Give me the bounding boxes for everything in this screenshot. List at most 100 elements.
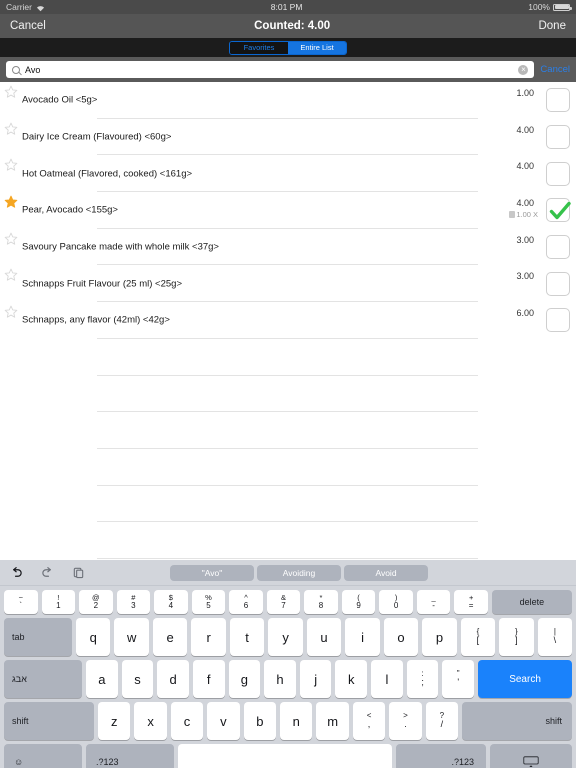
- key-.[interactable]: >.: [389, 702, 422, 740]
- key-4[interactable]: $4: [154, 590, 188, 614]
- key-w[interactable]: w: [114, 618, 149, 656]
- key-9[interactable]: (9: [341, 590, 376, 614]
- key-o[interactable]: o: [383, 618, 419, 656]
- suggestion-1[interactable]: Avoiding: [257, 564, 341, 581]
- list-item-checkbox[interactable]: [546, 235, 570, 260]
- list-item[interactable]: [0, 486, 576, 523]
- key-shift-left[interactable]: shift: [4, 702, 94, 740]
- undo-icon[interactable]: [10, 566, 23, 579]
- key-language-switch[interactable]: אבג: [4, 660, 82, 698]
- key-shift-right[interactable]: shift: [462, 702, 573, 740]
- list-item-checkbox[interactable]: [546, 88, 570, 113]
- key-0[interactable]: ) 0: [379, 590, 413, 614]
- list-item-checkbox[interactable]: [546, 271, 570, 296]
- favorite-star-outline-icon[interactable]: [4, 85, 18, 99]
- key-q[interactable]: q: [76, 618, 111, 656]
- key-6[interactable]: ^ 6: [229, 590, 263, 614]
- key-y[interactable]: y: [268, 618, 303, 656]
- key-v[interactable]: v: [207, 702, 240, 740]
- suggestion-2[interactable]: Avoid: [344, 564, 428, 581]
- favorite-star-outline-icon[interactable]: [4, 158, 18, 172]
- done-button[interactable]: Done: [538, 20, 566, 32]
- segmented-control[interactable]: Favorites Entire List: [229, 40, 347, 55]
- tab-favorites[interactable]: Favorites: [230, 41, 288, 54]
- list-item-checkbox[interactable]: [546, 308, 570, 333]
- suggestion-0[interactable]: "Avo": [170, 564, 254, 581]
- key-t[interactable]: t: [229, 618, 265, 656]
- key-5[interactable]: % 5: [191, 590, 226, 614]
- key-delete[interactable]: delete: [491, 590, 572, 614]
- key-2[interactable]: @2: [79, 590, 113, 614]
- list-item[interactable]: [0, 522, 576, 559]
- list-item[interactable]: Schnapps, any flavor (42ml) <42g> 6.00: [0, 302, 576, 339]
- list-item[interactable]: Hot Oatmeal (Flavored, cooked) <161g> 4.0…: [0, 155, 576, 193]
- favorite-star-filled-icon[interactable]: [4, 195, 18, 209]
- redo-icon[interactable]: [41, 566, 54, 579]
- key-,[interactable]: <,: [352, 702, 386, 740]
- favorite-star-outline-icon[interactable]: [4, 232, 18, 246]
- list-item-checkbox[interactable]: [546, 125, 570, 150]
- key-k[interactable]: k: [335, 660, 368, 698]
- key-r[interactable]: r: [191, 618, 226, 656]
- key-=[interactable]: + =: [454, 590, 488, 614]
- list-item[interactable]: Dairy Ice Cream (Flavoured) <60g> 4.00: [0, 119, 576, 156]
- search-input[interactable]: Avo: [25, 65, 513, 75]
- key-e[interactable]: e: [152, 618, 188, 656]
- list-item[interactable]: Schnapps Fruit Flavour (25 ml) <25g> 3.00: [0, 265, 576, 303]
- search-cancel-button[interactable]: Cancel: [540, 64, 570, 75]
- key-a[interactable]: a: [86, 660, 118, 698]
- list-item[interactable]: Pear, Avocado <155g> 4.00 1.00 X: [0, 192, 576, 229]
- emoji-icon[interactable]: ☺: [4, 744, 82, 768]
- key-m[interactable]: m: [316, 702, 349, 740]
- key-d[interactable]: d: [157, 660, 189, 698]
- list-item-checkbox[interactable]: [546, 198, 571, 223]
- key-u[interactable]: u: [306, 618, 342, 656]
- list-item[interactable]: [0, 376, 576, 413]
- list-item[interactable]: [0, 412, 576, 449]
- key-f[interactable]: f: [192, 660, 225, 698]
- key-c[interactable]: c: [170, 702, 204, 740]
- list-item[interactable]: [0, 339, 576, 376]
- key-x[interactable]: x: [134, 702, 167, 740]
- key-`[interactable]: ~ `: [4, 590, 38, 614]
- key--[interactable]: _ -: [416, 590, 451, 614]
- key-8[interactable]: * 8: [304, 590, 338, 614]
- list-item-checkbox[interactable]: [546, 161, 570, 186]
- favorite-star-outline-icon[interactable]: [4, 268, 18, 282]
- key-;[interactable]: :;: [406, 660, 439, 698]
- favorite-star-outline-icon[interactable]: [4, 122, 18, 136]
- food-list[interactable]: Avocado Oil <5g> 1.00 Dairy Ice Cream (Fla…: [0, 82, 576, 559]
- key-s[interactable]: s: [121, 660, 154, 698]
- keyboard-dismiss-icon[interactable]: [490, 744, 572, 768]
- key-h[interactable]: h: [264, 660, 296, 698]
- cancel-button[interactable]: Cancel: [10, 20, 46, 32]
- key-n[interactable]: n: [280, 702, 313, 740]
- search-field[interactable]: Avo ×: [6, 61, 535, 78]
- key-\[interactable]: | \: [537, 618, 573, 656]
- key-z[interactable]: z: [98, 702, 131, 740]
- key-][interactable]: }]: [499, 618, 534, 656]
- key-1[interactable]: ! 1: [41, 590, 76, 614]
- paste-icon[interactable]: [72, 566, 85, 579]
- key-'[interactable]: " ': [442, 660, 475, 698]
- key-numeric-left[interactable]: .?123: [86, 744, 174, 768]
- list-item[interactable]: Savoury Pancake made with whole milk <37…: [0, 229, 576, 266]
- key-tab[interactable]: tab: [4, 618, 72, 656]
- key-3[interactable]: #3: [116, 590, 151, 614]
- key-/[interactable]: ? /: [425, 702, 459, 740]
- key-i[interactable]: i: [345, 618, 380, 656]
- key-search[interactable]: Search: [478, 660, 573, 698]
- key-numeric-right[interactable]: .?123: [396, 744, 486, 768]
- list-item[interactable]: Avocado Oil <5g> 1.00: [0, 82, 576, 119]
- onscreen-keyboard[interactable]: "Avo" Avoiding Avoid ~ `! 1 @2 #3 $4% 5 ^ 6 & 7 * 8(…: [0, 560, 576, 768]
- key-b[interactable]: b: [243, 702, 277, 740]
- key-l[interactable]: l: [371, 660, 403, 698]
- key-[[interactable]: {[: [460, 618, 496, 656]
- tab-entire-list[interactable]: Entire List: [288, 41, 346, 54]
- key-p[interactable]: p: [422, 618, 457, 656]
- key-j[interactable]: j: [299, 660, 332, 698]
- key-g[interactable]: g: [228, 660, 261, 698]
- key-7[interactable]: & 7: [266, 590, 301, 614]
- list-item[interactable]: [0, 449, 576, 486]
- favorite-star-outline-icon[interactable]: [4, 305, 18, 319]
